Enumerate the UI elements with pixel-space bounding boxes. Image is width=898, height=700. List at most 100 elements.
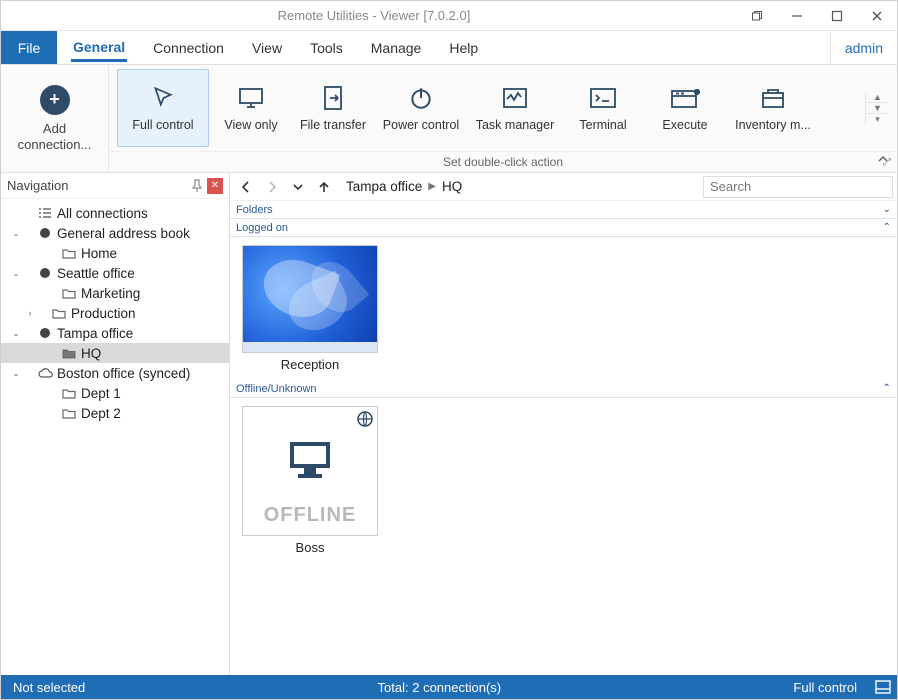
- window-controls: [737, 1, 897, 31]
- desktop-preview: [243, 246, 377, 352]
- tree-label: HQ: [81, 346, 101, 361]
- tool-full-control[interactable]: Full control: [117, 69, 209, 147]
- tab-help[interactable]: Help: [447, 34, 480, 62]
- tree-label: General address book: [57, 226, 190, 241]
- tree-dept1[interactable]: Dept 1: [1, 383, 229, 403]
- ribbon: + Add connection... Full control View on…: [1, 65, 897, 173]
- breadcrumb-seg[interactable]: HQ: [442, 179, 462, 194]
- dot-icon: [37, 266, 53, 280]
- breadcrumb-path[interactable]: Tampa office ▶ HQ: [338, 179, 701, 194]
- tree-tampa-office[interactable]: ⌄ Tampa office: [1, 323, 229, 343]
- monitor-icon: [284, 438, 336, 485]
- tab-general[interactable]: General: [71, 33, 127, 62]
- tree-label: Seattle office: [57, 266, 135, 281]
- connection-tile-boss[interactable]: OFFLINE Boss: [240, 406, 380, 555]
- close-button[interactable]: [857, 1, 897, 31]
- tree-label: Dept 2: [81, 406, 121, 421]
- cursor-icon: [148, 84, 178, 112]
- chevron-down-icon[interactable]: ⌄: [9, 268, 23, 279]
- inventory-icon: [758, 84, 788, 112]
- tree-boston-office[interactable]: ⌄ Boston office (synced): [1, 363, 229, 383]
- tool-execute[interactable]: Execute: [645, 69, 725, 147]
- tab-connection[interactable]: Connection: [151, 34, 226, 62]
- logged-on-grid: Reception: [230, 237, 897, 380]
- nav-back-button[interactable]: [234, 176, 258, 198]
- ribbon-collapse-button[interactable]: [873, 151, 893, 167]
- ribbon-scroll-up[interactable]: ▲: [866, 92, 889, 103]
- execute-icon: [670, 84, 700, 112]
- minimize-button[interactable]: [777, 1, 817, 31]
- offline-grid: OFFLINE Boss: [230, 398, 897, 563]
- ribbon-caption-text: Set double-click action: [443, 155, 563, 169]
- list-icon: [37, 206, 53, 220]
- plus-icon: +: [40, 85, 70, 115]
- offline-label: OFFLINE: [264, 504, 357, 527]
- tool-label: Power control: [383, 118, 459, 132]
- nav-forward-button[interactable]: [260, 176, 284, 198]
- monitor-icon: [236, 84, 266, 112]
- maximize-button[interactable]: [817, 1, 857, 31]
- breadcrumb-seg[interactable]: Tampa office: [346, 179, 422, 194]
- pin-icon[interactable]: [189, 178, 205, 194]
- section-label: Folders: [236, 204, 273, 216]
- globe-icon: [357, 411, 373, 427]
- tree-hq[interactable]: HQ: [1, 343, 229, 363]
- tree-label: Marketing: [81, 286, 140, 301]
- tool-inventory-manager[interactable]: Inventory m...: [727, 69, 819, 147]
- chevron-down-icon[interactable]: ⌄: [9, 328, 23, 339]
- chevron-right-icon[interactable]: ›: [23, 308, 37, 318]
- tree-dept2[interactable]: Dept 2: [1, 403, 229, 423]
- folder-icon: [61, 286, 77, 300]
- tool-file-transfer[interactable]: File transfer: [293, 69, 373, 147]
- panel-close-button[interactable]: ✕: [207, 178, 223, 194]
- folder-icon: [61, 246, 77, 260]
- section-label: Offline/Unknown: [236, 383, 317, 395]
- chevron-down-icon[interactable]: ⌄: [9, 368, 23, 379]
- connection-thumbnail: OFFLINE: [242, 406, 378, 536]
- add-connection-button[interactable]: + Add connection...: [1, 65, 109, 172]
- navigation-tree: All connections ⌄ General address book H…: [1, 199, 229, 675]
- tree-marketing[interactable]: Marketing: [1, 283, 229, 303]
- tool-task-manager[interactable]: Task manager: [469, 69, 561, 147]
- section-logged-on[interactable]: Logged on ⌃: [230, 219, 897, 237]
- activity-icon: [500, 84, 530, 112]
- ribbon-scroll-down[interactable]: ▼: [866, 103, 889, 114]
- section-folders[interactable]: Folders ⌄: [230, 201, 897, 219]
- chevron-up-icon: ⌃: [883, 222, 891, 233]
- tree-all-connections[interactable]: All connections: [1, 203, 229, 223]
- tool-power-control[interactable]: Power control: [375, 69, 467, 147]
- search-input[interactable]: [703, 176, 893, 198]
- chevron-down-icon[interactable]: ⌄: [9, 228, 23, 239]
- folder-open-icon: [61, 346, 77, 360]
- tab-tools[interactable]: Tools: [308, 34, 345, 62]
- section-offline[interactable]: Offline/Unknown ⌃: [230, 380, 897, 398]
- nav-up-button[interactable]: [312, 176, 336, 198]
- folder-icon: [61, 406, 77, 420]
- menu-file[interactable]: File: [1, 31, 57, 64]
- tree-production[interactable]: › Production: [1, 303, 229, 323]
- tab-manage[interactable]: Manage: [369, 34, 424, 62]
- tool-view-only[interactable]: View only: [211, 69, 291, 147]
- status-mode: Full control: [781, 680, 869, 695]
- connection-thumbnail: [242, 245, 378, 353]
- tool-label: Task manager: [476, 118, 555, 132]
- tree-general-address-book[interactable]: ⌄ General address book: [1, 223, 229, 243]
- tree-home[interactable]: Home: [1, 243, 229, 263]
- title-bar: Remote Utilities - Viewer [7.0.2.0]: [1, 1, 897, 31]
- restore-window-icon[interactable]: [737, 1, 777, 31]
- user-label[interactable]: admin: [830, 31, 897, 64]
- ribbon-group-caption: Set double-click action ⤢: [109, 151, 897, 172]
- tree-seattle-office[interactable]: ⌄ Seattle office: [1, 263, 229, 283]
- tool-label: View only: [224, 118, 277, 132]
- tree-label: All connections: [57, 206, 148, 221]
- status-total: Total: 2 connection(s): [97, 680, 781, 695]
- window-title: Remote Utilities - Viewer [7.0.2.0]: [11, 8, 737, 23]
- status-panel-button[interactable]: [869, 680, 897, 694]
- tab-view[interactable]: View: [250, 34, 284, 62]
- ribbon-tools: Full control View only File transfer Pow…: [109, 65, 897, 151]
- ribbon-scroll-more[interactable]: ▾: [866, 114, 889, 125]
- chevron-right-icon: ▶: [428, 181, 436, 192]
- connection-tile-reception[interactable]: Reception: [240, 245, 380, 372]
- tool-terminal[interactable]: Terminal: [563, 69, 643, 147]
- nav-history-button[interactable]: [286, 176, 310, 198]
